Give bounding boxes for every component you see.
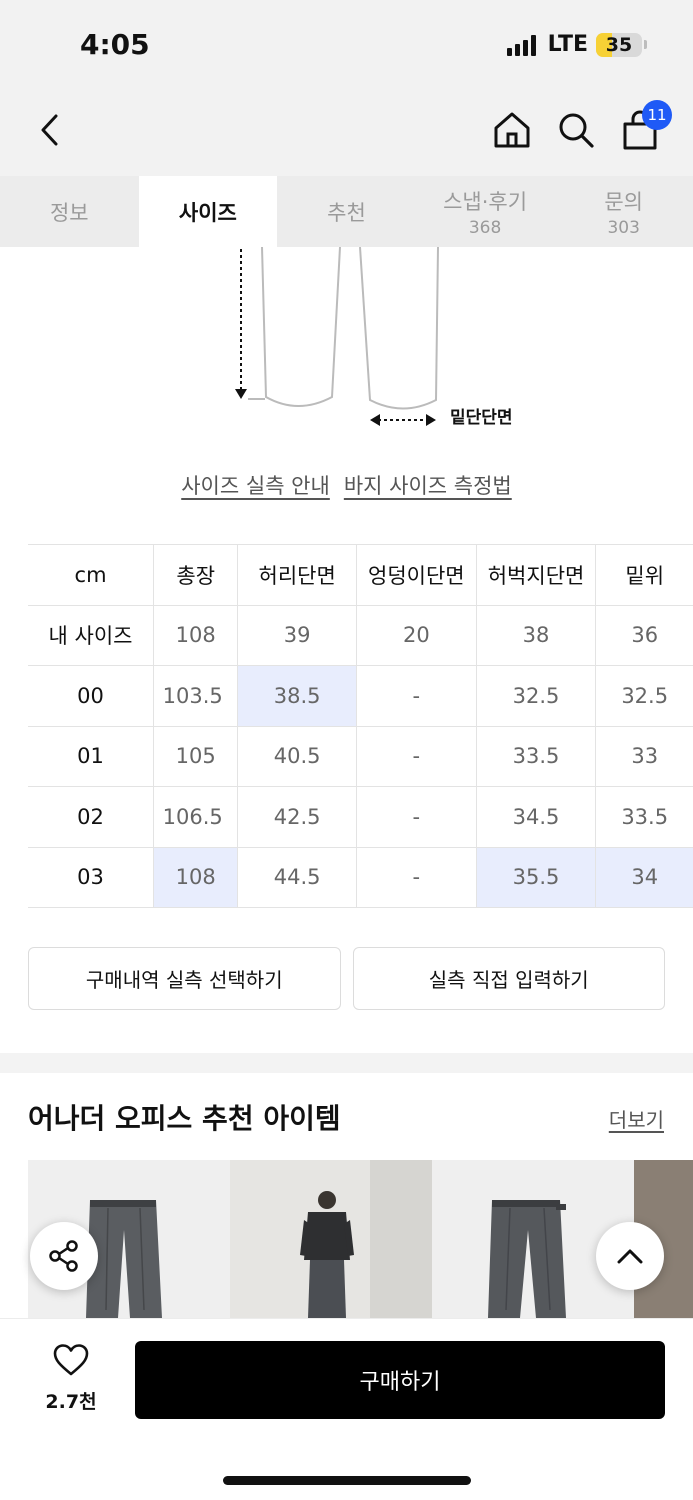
hem-width-label: 밑단단면 [450, 408, 513, 428]
signal-icon [506, 34, 536, 56]
tab-inquiry[interactable]: 문의 303 [554, 176, 693, 247]
home-icon[interactable] [490, 108, 534, 152]
cart-button[interactable]: 11 [618, 100, 672, 152]
purchase-history-measure-button[interactable]: 구매내역 실측 선택하기 [28, 947, 341, 1010]
table-cell-highlighted: 38.5 [237, 665, 357, 727]
status-time: 4:05 [80, 28, 150, 61]
recommend-carousel [28, 1160, 693, 1318]
row-header: 02 [28, 786, 155, 848]
table-cell: - [356, 786, 477, 848]
table-cell: - [356, 665, 477, 727]
table-row: 03 108 44.5 - 35.5 34 [28, 846, 693, 908]
direct-measure-input-button[interactable]: 실측 직접 입력하기 [352, 947, 665, 1010]
table-cell: 34.5 [476, 786, 597, 848]
tab-snap-review[interactable]: 스냅·후기 368 [416, 176, 555, 247]
tab-label: 스냅·후기 [443, 189, 528, 214]
size-guide-links: 사이즈 실측 안내 바지 사이즈 측정법 [0, 470, 693, 500]
cart-badge: 11 [642, 100, 672, 130]
product-tabs: 정보 사이즈 추천 스냅·후기 368 문의 303 [0, 176, 693, 247]
row-header: 03 [28, 846, 155, 908]
like-button[interactable]: 2.7천 [34, 1343, 108, 1414]
measure-method-link[interactable]: 바지 사이즈 측정법 [344, 470, 512, 500]
recommend-title: 어나더 오피스 추천 아이템 [28, 1102, 341, 1135]
battery-icon: 35 [596, 32, 642, 57]
tab-size[interactable]: 사이즈 [138, 176, 278, 247]
product-thumbnail [230, 1160, 432, 1318]
measurement-buttons: 구매내역 실측 선택하기 실측 직접 입력하기 [28, 947, 665, 1010]
tab-label: 문의 [604, 189, 643, 214]
section-divider [0, 1053, 693, 1073]
table-cell-highlighted: 34 [595, 846, 693, 908]
share-icon [49, 1240, 78, 1272]
like-count: 2.7천 [45, 1391, 97, 1413]
table-cell: 106.5 [153, 786, 239, 848]
size-diagram: 밑단단면 [0, 246, 693, 447]
back-icon[interactable] [28, 108, 72, 152]
home-indicator [223, 1476, 471, 1485]
table-row: 01 105 40.5 - 33.5 33 [28, 725, 693, 787]
table-cell: 20 [356, 604, 477, 666]
search-icon[interactable] [554, 108, 598, 152]
tab-label: 정보 [49, 200, 89, 225]
row-header: 내 사이즈 [28, 604, 155, 666]
table-header-row: cm 총장 허리단면 엉덩이단면 허벅지단면 밑위 [28, 544, 693, 606]
table-cell: 32.5 [595, 665, 693, 727]
bottom-action-bar: 2.7천 구매하기 [0, 1318, 693, 1500]
chevron-up-icon [617, 1249, 643, 1264]
table-cell: - [356, 725, 477, 787]
table-row: 02 106.5 42.5 - 34.5 33.5 [28, 786, 693, 848]
tab-count: 368 [468, 217, 502, 238]
table-row: 내 사이즈 108 39 20 38 36 [28, 604, 693, 666]
table-cell: 33.5 [476, 725, 597, 787]
table-cell: 36 [595, 604, 693, 666]
column-header: 엉덩이단면 [356, 544, 477, 606]
row-header: 01 [28, 725, 155, 787]
table-cell: 38 [476, 604, 597, 666]
column-header: 총장 [153, 544, 239, 606]
status-indicators: LTE 35 [506, 32, 647, 57]
size-table-grid: cm 총장 허리단면 엉덩이단면 허벅지단면 밑위 내 사이즈 108 39 2… [28, 544, 693, 908]
unit-cell: cm [28, 544, 155, 606]
table-cell: 40.5 [237, 725, 357, 787]
table-cell: 105 [153, 725, 239, 787]
battery-level: 35 [605, 33, 633, 56]
tab-recommend[interactable]: 추천 [277, 176, 416, 247]
status-bar: 4:05 LTE 35 [0, 0, 693, 92]
scroll-top-button[interactable] [596, 1222, 664, 1290]
tab-info[interactable]: 정보 [0, 176, 139, 247]
tab-label: 사이즈 [178, 200, 237, 225]
table-cell: 32.5 [476, 665, 597, 727]
recommend-item[interactable] [230, 1160, 432, 1318]
heart-icon [53, 1344, 89, 1376]
table-row: 00 103.5 38.5 - 32.5 32.5 [28, 665, 693, 727]
table-cell-highlighted: 35.5 [476, 846, 597, 908]
recommend-more-link[interactable]: 더보기 [609, 1104, 664, 1133]
table-cell: 108 [153, 604, 239, 666]
battery-tip [644, 40, 647, 49]
row-header: 00 [28, 665, 155, 727]
table-cell: 39 [237, 604, 357, 666]
nav-bar: 11 [0, 92, 693, 176]
column-header: 허리단면 [237, 544, 357, 606]
table-cell: 33 [595, 725, 693, 787]
buy-button[interactable]: 구매하기 [135, 1341, 665, 1419]
tab-count: 303 [607, 217, 640, 238]
table-cell-highlighted: 108 [153, 846, 239, 908]
table-cell: 103.5 [153, 665, 239, 727]
network-label: LTE [547, 32, 588, 57]
column-header: 허벅지단면 [476, 544, 597, 606]
table-cell: - [356, 846, 477, 908]
share-button[interactable] [30, 1222, 98, 1290]
pants-diagram-image [235, 246, 439, 426]
table-cell: 44.5 [237, 846, 357, 908]
size-table: cm 총장 허리단면 엉덩이단면 허벅지단면 밑위 내 사이즈 108 39 2… [28, 544, 693, 908]
size-guide-link[interactable]: 사이즈 실측 안내 [181, 470, 330, 500]
tab-label: 추천 [327, 200, 366, 225]
table-cell: 33.5 [595, 786, 693, 848]
column-header: 밑위 [595, 544, 693, 606]
table-cell: 42.5 [237, 786, 357, 848]
